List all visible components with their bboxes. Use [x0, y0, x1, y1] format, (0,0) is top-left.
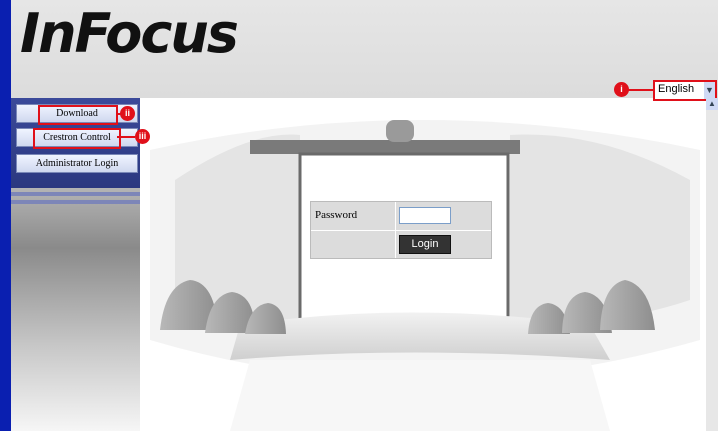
conference-room-illustration: [150, 120, 700, 431]
password-label: Password: [315, 209, 358, 221]
sidebar-item-label: Administrator Login: [35, 158, 119, 169]
callout-line-iii: [117, 136, 135, 138]
empty-label-cell: [311, 230, 396, 258]
callout-box-iii: [33, 128, 121, 149]
password-label-cell: Password: [311, 202, 396, 230]
callout-line-i: [628, 89, 654, 91]
login-button[interactable]: Login: [399, 235, 451, 254]
sidebar-stripe: [11, 192, 140, 196]
scroll-up-icon[interactable]: ▲: [706, 98, 718, 110]
callout-badge-ii: ii: [120, 106, 135, 121]
login-button-row: Login: [311, 230, 491, 258]
chevron-down-icon[interactable]: ▼: [704, 82, 715, 99]
login-form: Password Login: [310, 201, 492, 259]
callout-box-ii: [38, 105, 118, 125]
window-left-edge: [0, 0, 11, 431]
password-row: Password: [311, 202, 491, 231]
password-field[interactable]: [399, 207, 451, 224]
infocus-logo: InFocus: [20, 2, 239, 65]
sidebar-stripe: [11, 200, 140, 204]
sidebar-item-administrator-login[interactable]: Administrator Login: [16, 154, 138, 173]
callout-badge-i: i: [614, 82, 629, 97]
language-selected-value: English: [658, 83, 695, 95]
vertical-scrollbar[interactable]: [706, 98, 718, 431]
